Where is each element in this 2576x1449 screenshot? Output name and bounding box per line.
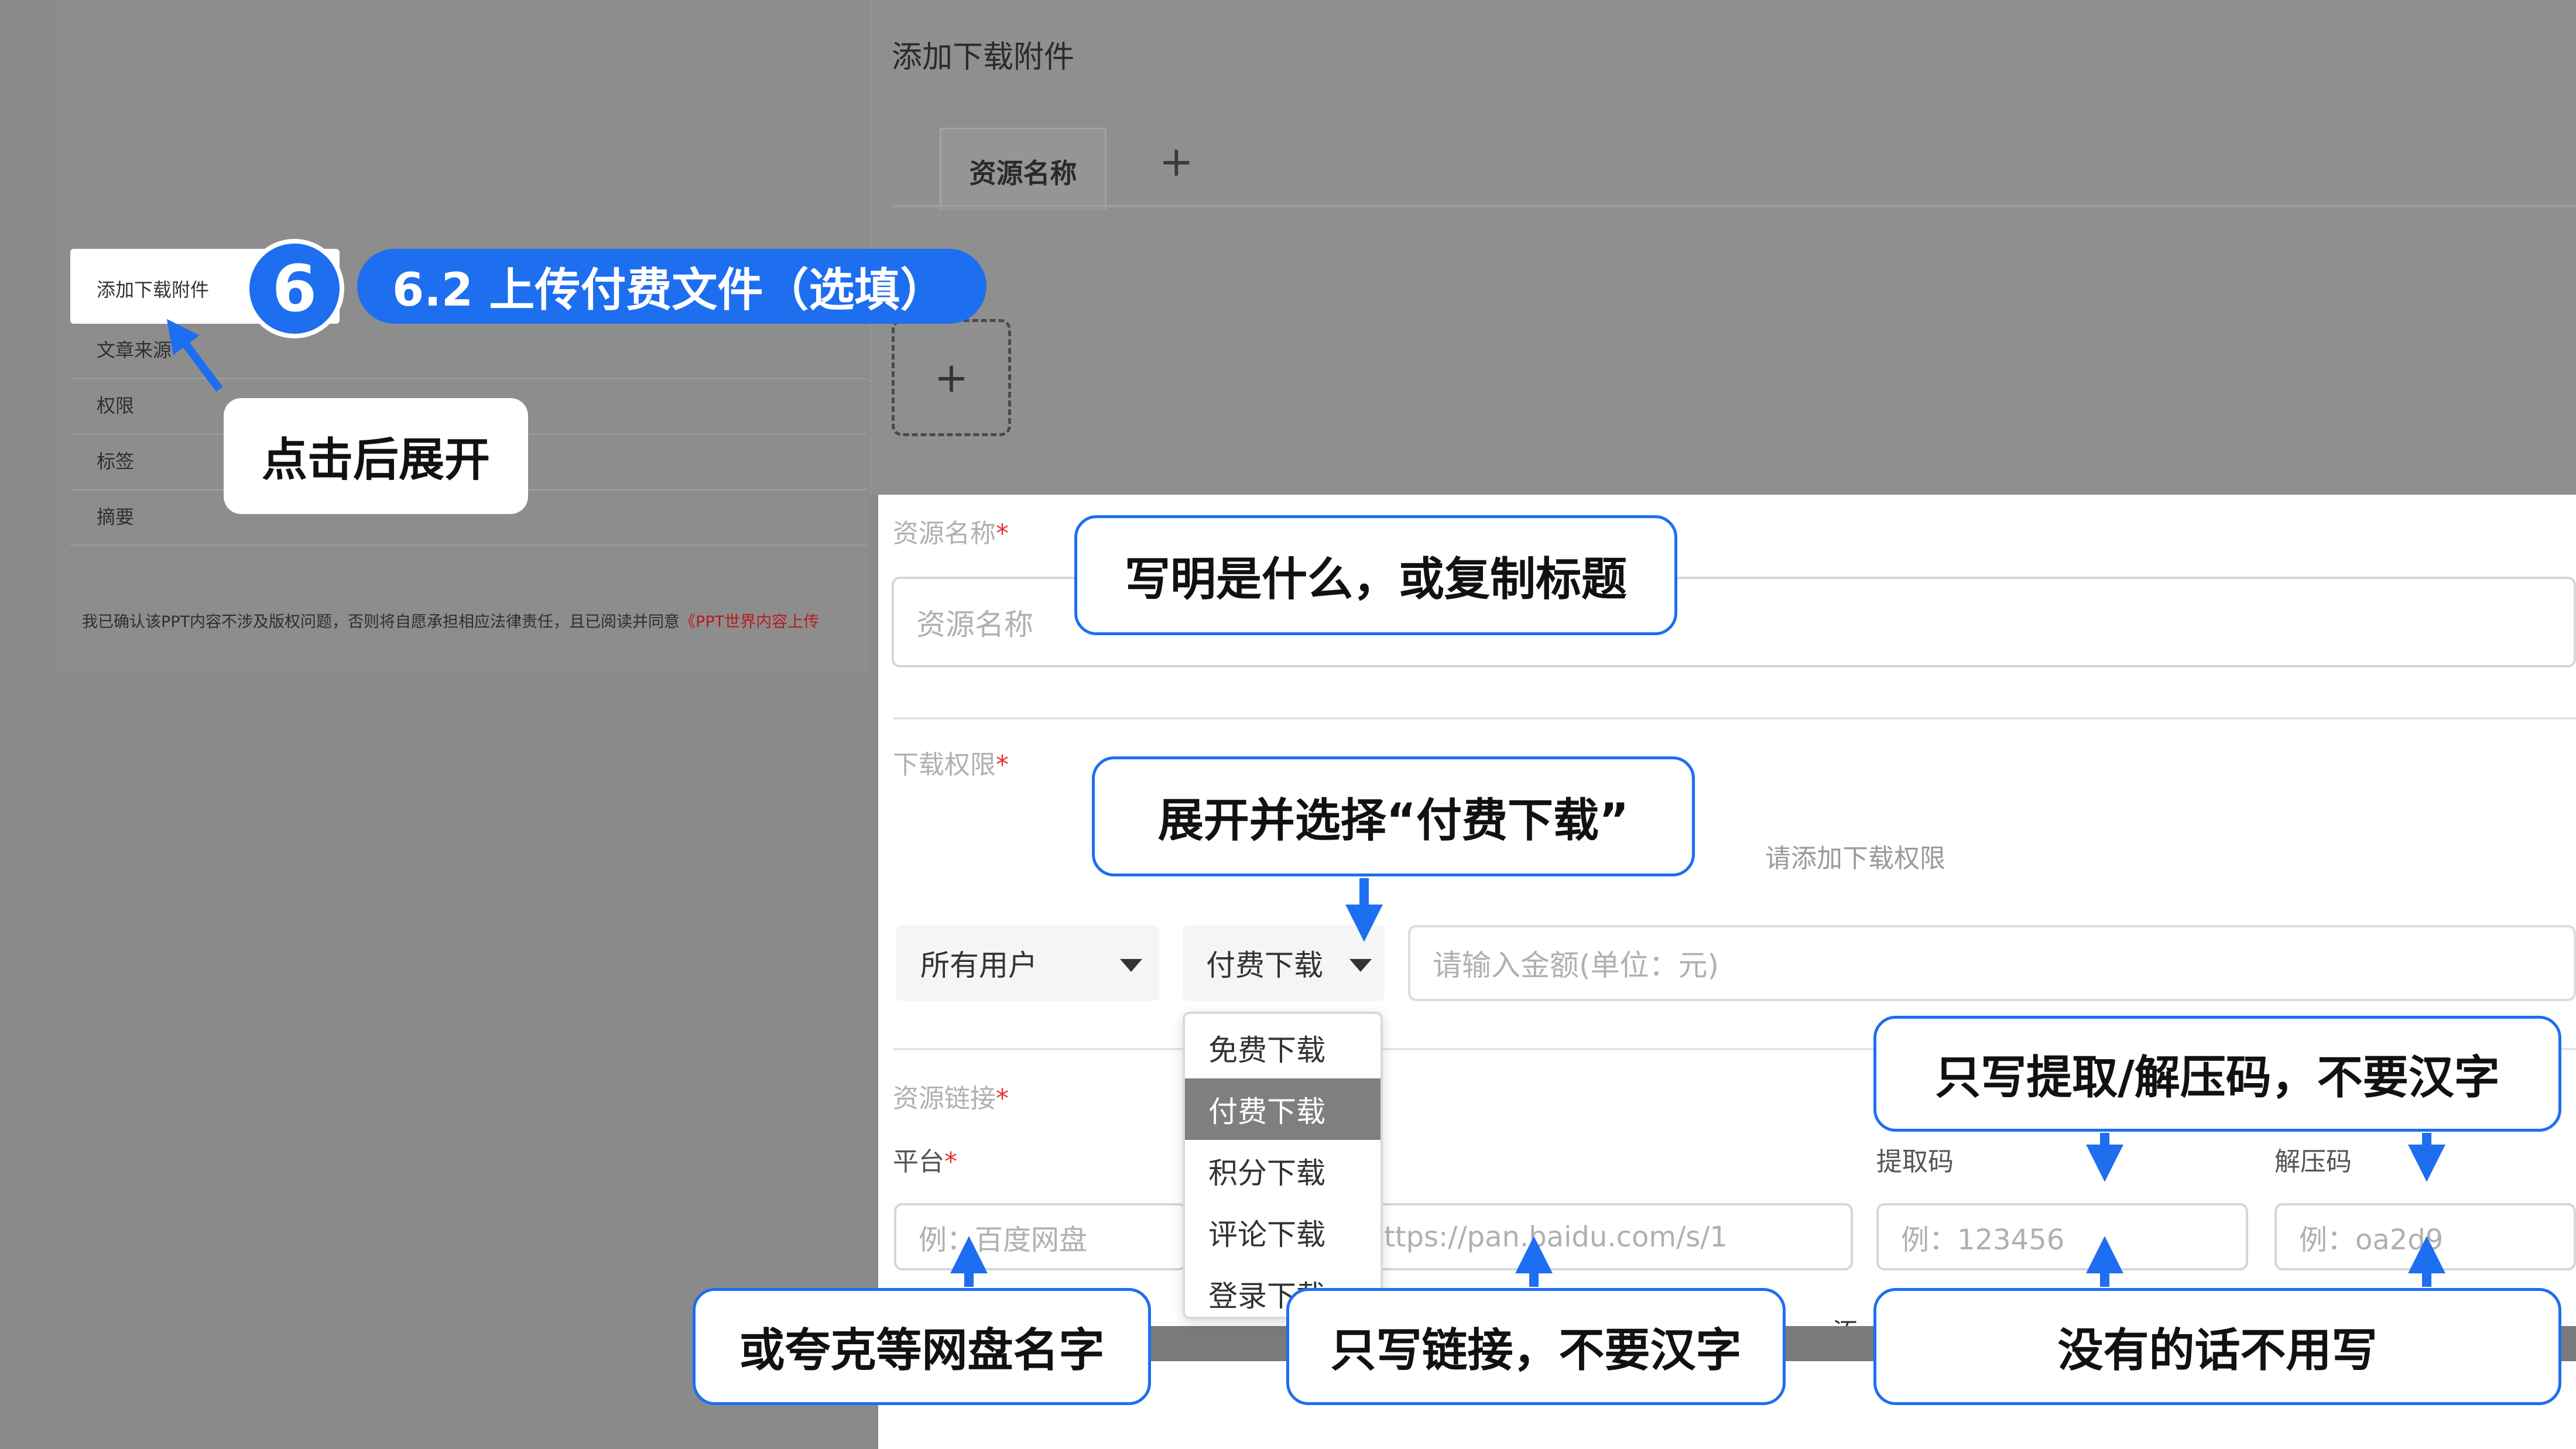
upload-button[interactable]: +: [892, 319, 1011, 436]
tab-underline: [893, 205, 2576, 207]
download-type-select[interactable]: 付费下载: [1183, 925, 1385, 1001]
required-mark: *: [996, 519, 1009, 549]
platform-input[interactable]: 例：百度网盘: [894, 1203, 1187, 1270]
dropdown-option-comment[interactable]: 评论下载: [1185, 1201, 1381, 1263]
chevron-down-icon: [1349, 959, 1372, 972]
callout-only-link: 只写链接，不要汉字: [1286, 1288, 1786, 1405]
amount-input[interactable]: 请输入金额(单位：元): [1408, 925, 2576, 1001]
link-input[interactable]: ttps://pan.baidu.com/s/1: [1370, 1203, 1853, 1270]
callout-only-code: 只写提取/解压码，不要汉字: [1873, 1016, 2561, 1132]
platform-label: 平台*: [893, 1147, 957, 1177]
dropdown-option-free[interactable]: 免费下载: [1185, 1017, 1381, 1078]
resource-link-label: 资源链接*: [893, 1084, 1009, 1114]
menu-item-label: 摘要: [97, 506, 135, 528]
callout-write-name: 写明是什么，或复制标题: [1074, 515, 1677, 635]
unzip-code-input[interactable]: 例：oa2d9: [2274, 1203, 2576, 1270]
background-right-panel: [869, 0, 2576, 495]
callout-no-need: 没有的话不用写: [1873, 1288, 2561, 1405]
chevron-down-icon: [1120, 959, 1142, 972]
section-title: 添加下载附件: [892, 40, 1075, 75]
callout-click-expand: 点击后展开: [224, 398, 528, 514]
menu-item-source[interactable]: 文章来源: [70, 324, 866, 379]
required-mark: *: [944, 1147, 957, 1177]
required-mark: *: [996, 750, 1009, 780]
callout-expand-select: 展开并选择“付费下载”: [1092, 756, 1695, 876]
step-title: 6.2 上传付费文件（选填）: [392, 264, 946, 317]
add-perm-hint: 请添加下载权限: [1765, 844, 1945, 873]
required-mark: *: [996, 1084, 1009, 1114]
step-number-badge: 6: [245, 239, 344, 338]
copyright-confirm-text: 我已确认该PPT内容不涉及版权问题，否则将自愿承担相应法律责任，且已阅读并同意《…: [82, 609, 869, 632]
agreement-link[interactable]: 《PPT世界内容上传: [680, 613, 819, 631]
tab-resource-name[interactable]: 资源名称: [940, 128, 1107, 210]
resource-name-label: 资源名称*: [893, 519, 1009, 549]
user-select-value: 所有用户: [920, 948, 1037, 982]
unzip-code-label: 解压码: [2274, 1147, 2352, 1177]
menu-item-label: 权限: [97, 395, 135, 417]
download-type-value: 付费下载: [1206, 948, 1323, 982]
dropdown-option-paid[interactable]: 付费下载: [1185, 1078, 1381, 1140]
download-type-dropdown: 免费下载 付费下载 积分下载 评论下载 登录下载: [1183, 1012, 1383, 1319]
user-select[interactable]: 所有用户: [896, 925, 1159, 1001]
callout-platform-name: 或夸克等网盘名字: [693, 1288, 1151, 1405]
extract-code-input[interactable]: 例：123456: [1876, 1203, 2248, 1270]
extract-code-label: 提取码: [1876, 1147, 1954, 1177]
divider: [893, 717, 2576, 720]
menu-item-label: 标签: [97, 450, 135, 472]
menu-item-label: 文章来源: [97, 339, 172, 361]
add-tab-button[interactable]: +: [1159, 138, 1194, 186]
download-perm-label: 下载权限*: [893, 750, 1009, 780]
confirm-text: 我已确认该PPT内容不涉及版权问题，否则将自愿承担相应法律责任，且已阅读并同意: [82, 613, 680, 631]
step-title-banner: 6.2 上传付费文件（选填）: [357, 249, 986, 324]
dropdown-option-points[interactable]: 积分下载: [1185, 1140, 1381, 1201]
